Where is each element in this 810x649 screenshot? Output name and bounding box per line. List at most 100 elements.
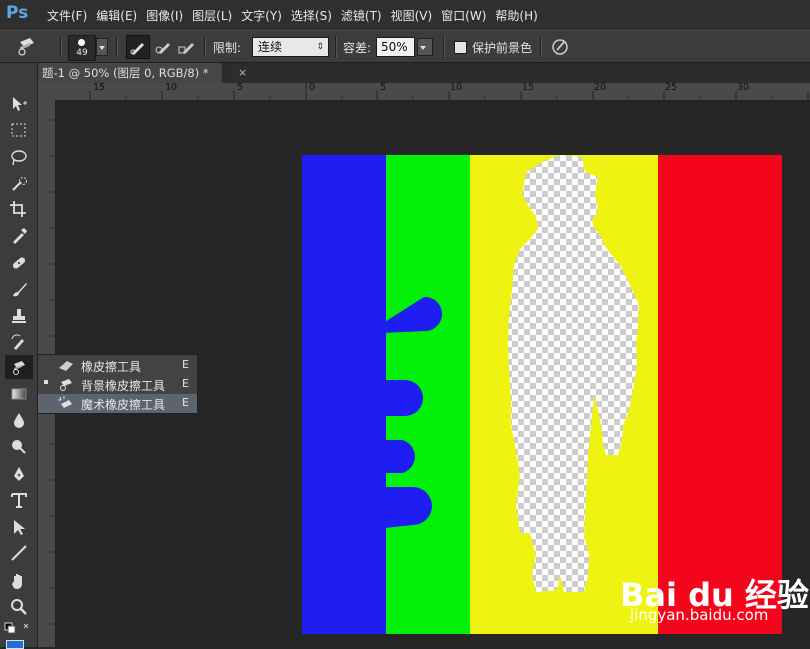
foreground-color-swatch[interactable] <box>6 640 24 649</box>
pen-icon <box>14 467 24 481</box>
close-tab-icon[interactable]: × <box>238 66 247 79</box>
background-eraser-icon <box>56 376 76 392</box>
document-tab-bar: 题-1 @ 50% (图层 0, RGB/8) * × <box>38 63 810 83</box>
document-canvas[interactable] <box>302 155 782 634</box>
menu-filter[interactable]: 滤镜(T) <box>341 7 382 24</box>
marquee-icon <box>11 123 26 137</box>
ruler-label: 15 <box>93 82 106 93</box>
brush-icon <box>13 283 27 297</box>
brush-dropdown-button[interactable] <box>96 38 108 56</box>
color-swatches[interactable] <box>4 622 34 638</box>
healing-brush-tool[interactable] <box>5 251 33 275</box>
main-menu: 文件(F) 编辑(E) 图像(I) 图层(L) 文字(Y) 选择(S) 滤镜(T… <box>38 0 538 30</box>
protect-foreground-checkbox[interactable] <box>454 41 467 54</box>
separator <box>204 36 206 58</box>
ruler-label: 20 <box>594 82 607 93</box>
hand-icon <box>12 574 22 589</box>
separator <box>116 36 118 58</box>
menu-image[interactable]: 图像(I) <box>146 7 183 24</box>
menu-layer[interactable]: 图层(L) <box>192 7 232 24</box>
selected-bullet-icon <box>44 380 48 384</box>
sampling-background-swatch-button[interactable] <box>176 35 198 57</box>
eyedropper-icon <box>13 228 27 244</box>
sampling-once-button[interactable] <box>152 35 174 57</box>
tablet-pressure-button[interactable] <box>549 35 571 57</box>
zoom-icon <box>11 599 27 615</box>
path-selection-tool[interactable] <box>5 515 33 539</box>
eraser-tool[interactable] <box>5 355 33 379</box>
flyout-eraser-tool[interactable]: 橡皮擦工具 E <box>38 356 197 375</box>
clone-stamp-tool[interactable] <box>5 304 33 328</box>
pen-tool[interactable] <box>5 462 33 486</box>
move-tool[interactable] <box>5 91 33 115</box>
menu-view[interactable]: 视图(V) <box>391 7 433 24</box>
ruler-label: 30 <box>737 82 750 93</box>
flyout-magic-eraser-tool[interactable]: 魔术橡皮擦工具 E <box>38 394 197 413</box>
limit-select[interactable]: 连续 ⇕ <box>252 37 329 57</box>
line-tool[interactable] <box>5 541 33 565</box>
document-tab[interactable]: 题-1 @ 50% (图层 0, RGB/8) * <box>38 63 222 83</box>
pressure-pen-icon <box>552 39 568 55</box>
menu-edit[interactable]: 编辑(E) <box>96 7 137 24</box>
ruler-origin[interactable] <box>38 83 55 100</box>
blur-icon <box>14 413 24 428</box>
blur-tool[interactable] <box>5 408 33 432</box>
eyedropper-tool[interactable] <box>5 223 33 247</box>
gradient-tool[interactable] <box>5 382 33 406</box>
flyout-item-shortcut: E <box>182 396 189 409</box>
flyout-background-eraser-tool[interactable]: 背景橡皮擦工具 E <box>38 375 197 394</box>
tolerance-input[interactable]: 50% <box>376 37 415 57</box>
separator <box>443 36 445 58</box>
horizontal-ruler: 15 10 5 0 5 10 15 20 25 30 <box>38 82 810 101</box>
app-logo: Ps <box>6 3 29 23</box>
sampling-once-icon <box>155 43 170 54</box>
eraser-icon <box>13 361 25 375</box>
dodge-tool[interactable] <box>5 434 33 458</box>
flyout-item-label: 魔术橡皮擦工具 <box>81 398 166 412</box>
path-select-icon <box>14 520 25 535</box>
tolerance-dropdown-button[interactable] <box>417 38 433 56</box>
dodge-icon <box>12 440 26 454</box>
type-icon <box>11 493 27 508</box>
menu-type[interactable]: 文字(Y) <box>241 7 282 24</box>
ruler-label: 5 <box>237 82 244 93</box>
history-brush-tool[interactable] <box>5 330 33 354</box>
marquee-tool[interactable] <box>5 118 33 142</box>
type-tool[interactable] <box>5 488 33 512</box>
ruler-label: 5 <box>380 82 387 93</box>
brush-preset-picker[interactable]: 49 <box>68 35 96 61</box>
ruler-label: 25 <box>665 82 678 93</box>
sampling-swatch-icon <box>178 43 194 54</box>
ruler-label: 15 <box>522 82 535 93</box>
eraser-icon <box>56 357 76 373</box>
menu-select[interactable]: 选择(S) <box>291 7 332 24</box>
separator <box>335 36 337 58</box>
red-stripe <box>658 155 782 634</box>
ruler-label: 10 <box>450 82 463 93</box>
toolbox <box>0 63 38 649</box>
brush-tool[interactable] <box>5 277 33 301</box>
brush-tip-icon <box>78 39 85 46</box>
tolerance-label: 容差: <box>343 41 372 55</box>
menu-file[interactable]: 文件(F) <box>47 7 87 24</box>
sampling-continuous-icon <box>130 43 144 55</box>
quick-select-tool[interactable] <box>5 172 33 196</box>
zoom-tool[interactable] <box>5 595 33 619</box>
brush-size: 49 <box>76 48 88 58</box>
lasso-tool[interactable] <box>5 145 33 169</box>
sampling-continuous-button[interactable] <box>126 35 150 59</box>
flyout-item-shortcut: E <box>182 358 189 371</box>
crop-tool[interactable] <box>5 197 33 221</box>
updown-arrows-icon: ⇕ <box>316 42 324 52</box>
menu-window[interactable]: 窗口(W) <box>441 7 486 24</box>
separator <box>540 36 542 58</box>
stamp-icon <box>12 309 26 323</box>
line-icon <box>11 545 27 561</box>
ruler-label: 0 <box>309 82 316 93</box>
magic-eraser-icon <box>56 395 76 411</box>
healing-icon <box>12 257 26 269</box>
tool-preset-picker[interactable] <box>4 34 50 60</box>
hand-tool[interactable] <box>5 569 33 593</box>
menu-help[interactable]: 帮助(H) <box>495 7 537 24</box>
protect-foreground-label: 保护前景色 <box>472 41 533 55</box>
